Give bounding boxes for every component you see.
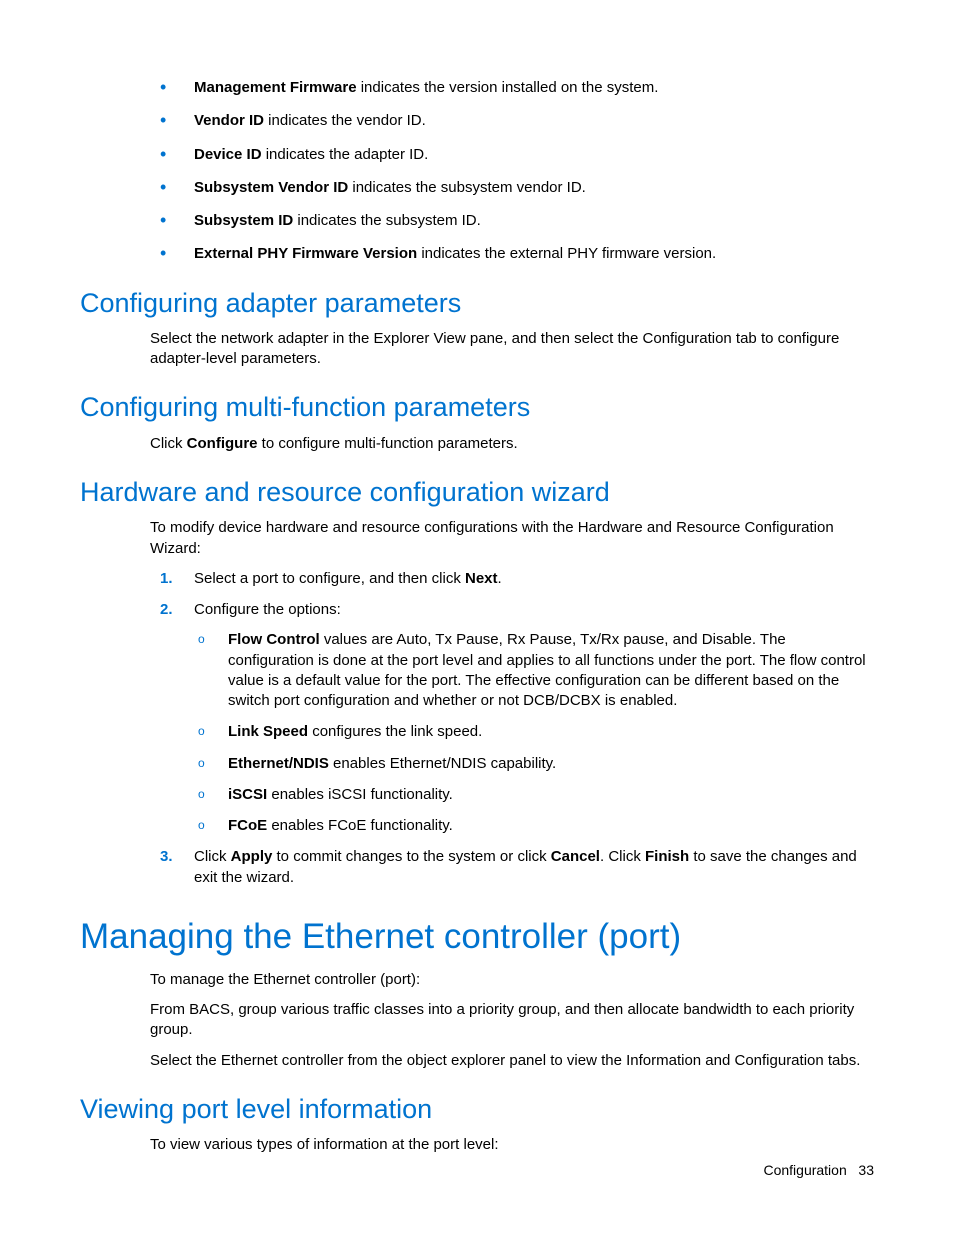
step-item: Configure the options: Flow Control valu… [80,600,874,836]
list-item: iSCSI enables iSCSI functionality. [194,785,874,805]
desc: indicates the adapter ID. [262,146,429,163]
term: Subsystem Vendor ID [194,179,348,196]
term: External PHY Firmware Version [194,245,417,262]
heading-viewing-port-level-information: Viewing port level information [80,1093,874,1125]
desc: indicates the external PHY firmware vers… [417,245,716,262]
list-item: Vendor ID indicates the vendor ID. [80,111,874,131]
term: Vendor ID [194,112,264,129]
term: Subsystem ID [194,212,293,229]
list-item: Device ID indicates the adapter ID. [80,145,874,165]
list-item: Subsystem Vendor ID indicates the subsys… [80,178,874,198]
desc: indicates the subsystem ID. [293,212,481,229]
list-item: Management Firmware indicates the versio… [80,78,874,98]
heading-managing-ethernet-controller: Managing the Ethernet controller (port) [80,916,874,958]
footer-section: Configuration [763,1162,846,1178]
body-text: To modify device hardware and resource c… [150,518,874,559]
body-text: Click Configure to configure multi-funct… [150,434,874,454]
top-bullet-list: Management Firmware indicates the versio… [80,78,874,265]
option-list: Flow Control values are Auto, Tx Pause, … [194,630,874,836]
term: Device ID [194,146,262,163]
body-text: Select the network adapter in the Explor… [150,329,874,370]
numbered-steps: Select a port to configure, and then cli… [80,569,874,888]
list-item: Subsystem ID indicates the subsystem ID. [80,211,874,231]
heading-configuring-multi-function-parameters: Configuring multi-function parameters [80,391,874,423]
step-item: Click Apply to commit changes to the sys… [80,847,874,888]
list-item: Link Speed configures the link speed. [194,722,874,742]
desc: indicates the vendor ID. [264,112,426,129]
heading-configuring-adapter-parameters: Configuring adapter parameters [80,287,874,319]
page-footer: Configuration 33 [763,1161,874,1180]
page-content: Management Firmware indicates the versio… [80,78,874,1166]
body-text: Select the Ethernet controller from the … [150,1051,874,1071]
desc: indicates the subsystem vendor ID. [348,179,586,196]
list-item: FCoE enables FCoE functionality. [194,816,874,836]
heading-hardware-resource-wizard: Hardware and resource configuration wiza… [80,476,874,508]
term: Management Firmware [194,79,357,96]
desc: indicates the version installed on the s… [357,79,659,96]
body-text: To manage the Ethernet controller (port)… [150,970,874,990]
footer-page-number: 33 [858,1162,874,1178]
list-item: External PHY Firmware Version indicates … [80,244,874,264]
list-item: Flow Control values are Auto, Tx Pause, … [194,630,874,711]
step-item: Select a port to configure, and then cli… [80,569,874,589]
body-text: To view various types of information at … [150,1135,874,1155]
list-item: Ethernet/NDIS enables Ethernet/NDIS capa… [194,754,874,774]
body-text: From BACS, group various traffic classes… [150,1000,874,1041]
